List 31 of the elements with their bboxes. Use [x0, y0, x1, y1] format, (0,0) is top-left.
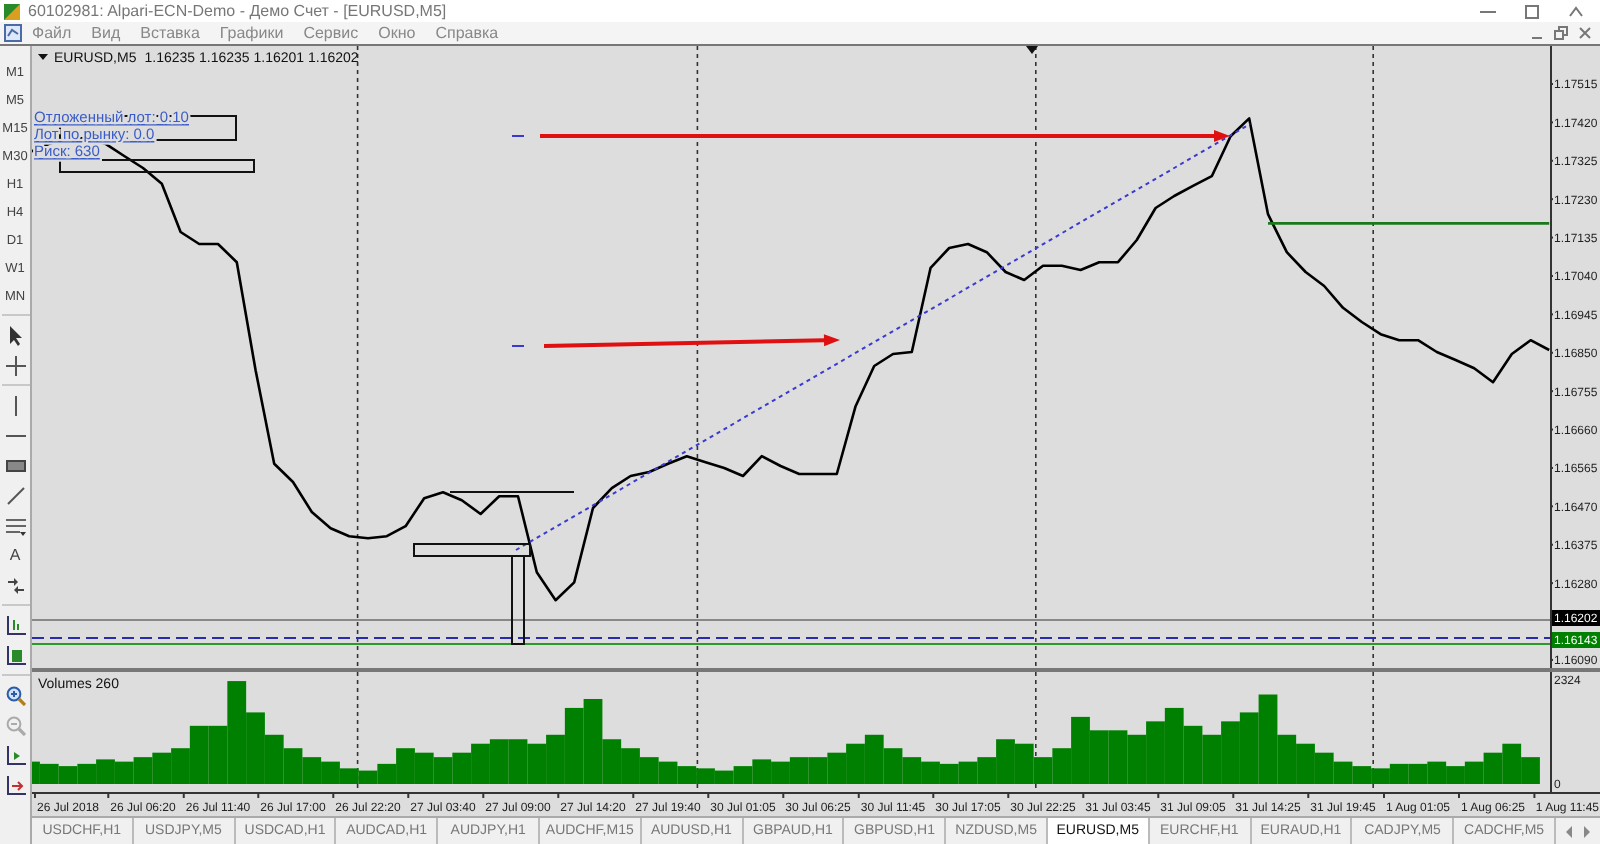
chevron-icon — [1568, 3, 1584, 19]
dropdown-icon — [38, 54, 48, 60]
scroll-left-icon[interactable] — [1563, 825, 1574, 837]
dash-mark — [511, 135, 525, 137]
chart-shift-icon[interactable] — [5, 745, 25, 765]
restore-icon[interactable] — [1554, 26, 1568, 40]
close-icon[interactable] — [1578, 26, 1592, 40]
autoscroll-icon[interactable] — [5, 645, 25, 665]
menu-item[interactable]: Файл — [22, 24, 82, 42]
dash-mark — [511, 345, 525, 347]
app-icon — [4, 3, 20, 19]
menu-item[interactable]: Вставка — [130, 24, 210, 42]
menu-item[interactable]: Сервис — [293, 24, 369, 42]
cursor-icon[interactable] — [5, 325, 25, 345]
horizontal-line — [449, 491, 575, 493]
menu-item[interactable]: Справка — [425, 24, 509, 42]
parallel-lines-icon[interactable] — [5, 515, 25, 535]
menu-item[interactable]: Графики — [209, 24, 294, 42]
scroll-right-icon[interactable] — [1581, 825, 1592, 837]
menu-item[interactable]: Окно — [368, 24, 426, 42]
autoscroll-icon[interactable] — [5, 775, 25, 795]
arrows-icon[interactable] — [5, 575, 25, 595]
crosshair-icon[interactable] — [5, 355, 25, 375]
menu-item[interactable]: Вид — [81, 24, 131, 42]
zoom-in-icon[interactable] — [5, 685, 25, 705]
chart-shift-icon[interactable] — [5, 615, 25, 635]
chart-icon — [4, 24, 22, 42]
text-tool-button[interactable]: A — [9, 546, 21, 564]
rectangle-icon[interactable] — [5, 455, 25, 475]
trend-line-icon[interactable] — [5, 485, 25, 505]
window-title: 60102981: Alpari-ECN-Demo - Демо Счет - [EURUSD,M5] — [28, 2, 447, 20]
